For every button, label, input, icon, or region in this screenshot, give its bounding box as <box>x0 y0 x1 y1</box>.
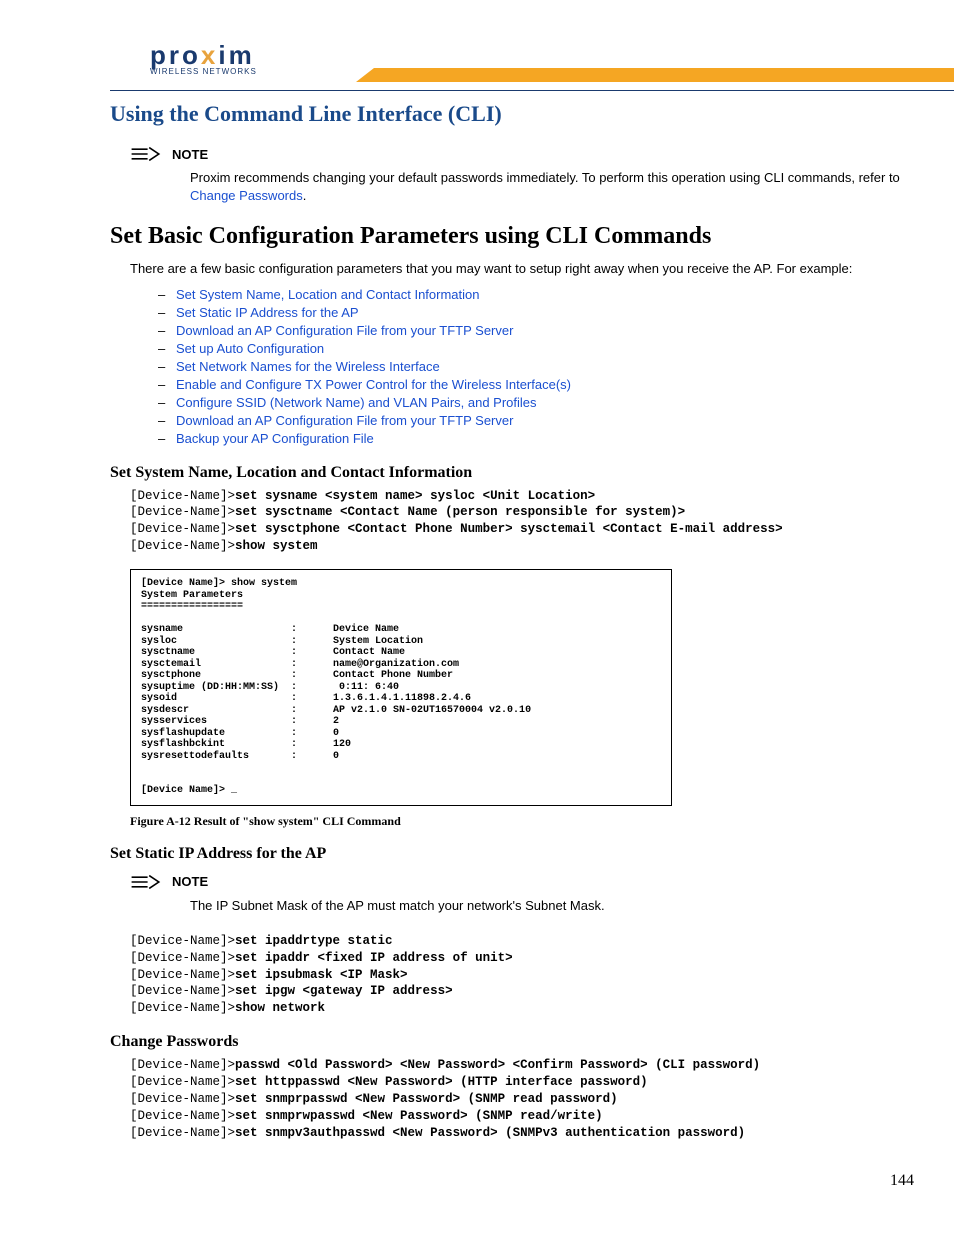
logo: proxim WIRELESS NETWORKS <box>150 40 257 76</box>
list-item: Download an AP Configuration File from y… <box>158 413 914 428</box>
heading-change-passwords: Change Passwords <box>110 1033 914 1051</box>
page-header: proxim WIRELESS NETWORKS <box>110 30 914 85</box>
topic-link-list: Set System Name, Location and Contact In… <box>158 287 914 446</box>
header-accent-stripe <box>374 68 954 82</box>
note-arrow-icon <box>130 873 162 891</box>
cli-block-sysname: [Device-Name]>set sysname <system name> … <box>130 488 914 556</box>
list-item: Set up Auto Configuration <box>158 341 914 356</box>
chapter-title: Using the Command Line Interface (CLI) <box>110 101 914 127</box>
topic-link[interactable]: Set Static IP Address for the AP <box>176 305 359 320</box>
note-text: Proxim recommends changing your default … <box>190 169 914 205</box>
logo-text-x: x <box>201 40 218 70</box>
figure-caption: Figure A-12 Result of "show system" CLI … <box>130 814 914 829</box>
page-number: 144 <box>110 1172 914 1190</box>
topic-link[interactable]: Backup your AP Configuration File <box>176 431 374 446</box>
note-block-1: NOTE Proxim recommends changing your def… <box>130 145 914 205</box>
note-text-post: . <box>303 188 307 203</box>
list-item: Set System Name, Location and Contact In… <box>158 287 914 302</box>
topic-link[interactable]: Enable and Configure TX Power Control fo… <box>176 377 571 392</box>
list-item: Download an AP Configuration File from y… <box>158 323 914 338</box>
topic-link[interactable]: Set System Name, Location and Contact In… <box>176 287 480 302</box>
list-item: Set Network Names for the Wireless Inter… <box>158 359 914 374</box>
cli-block-static: [Device-Name]>set ipaddrtype static [Dev… <box>130 933 914 1017</box>
list-item: Enable and Configure TX Power Control fo… <box>158 377 914 392</box>
logo-text-post: im <box>218 40 254 70</box>
note-label: NOTE <box>172 874 208 889</box>
heading-static-ip: Set Static IP Address for the AP <box>110 845 914 863</box>
list-item: Backup your AP Configuration File <box>158 431 914 446</box>
list-item: Set Static IP Address for the AP <box>158 305 914 320</box>
note-block-2: NOTE The IP Subnet Mask of the AP must m… <box>130 873 914 915</box>
heading-set-basic: Set Basic Configuration Parameters using… <box>110 223 914 250</box>
logo-text-pre: pro <box>150 40 201 70</box>
cli-block-passwords: [Device-Name]>passwd <Old Password> <New… <box>130 1057 914 1141</box>
topic-link[interactable]: Set up Auto Configuration <box>176 341 324 356</box>
topic-link[interactable]: Set Network Names for the Wireless Inter… <box>176 359 440 374</box>
heading-sysname: Set System Name, Location and Contact In… <box>110 464 914 482</box>
figure-show-system: [Device Name]> show system System Parame… <box>130 569 672 806</box>
logo-subtitle: WIRELESS NETWORKS <box>150 67 257 76</box>
topic-link[interactable]: Download an AP Configuration File from y… <box>176 323 513 338</box>
note-label: NOTE <box>172 147 208 162</box>
intro-paragraph: There are a few basic configuration para… <box>130 260 914 278</box>
change-passwords-link[interactable]: Change Passwords <box>190 188 303 203</box>
topic-link[interactable]: Download an AP Configuration File from y… <box>176 413 513 428</box>
note-text-pre: Proxim recommends changing your default … <box>190 170 900 185</box>
topic-link[interactable]: Configure SSID (Network Name) and VLAN P… <box>176 395 537 410</box>
header-rule <box>110 90 954 91</box>
note-arrow-icon <box>130 145 162 163</box>
list-item: Configure SSID (Network Name) and VLAN P… <box>158 395 914 410</box>
note-text: The IP Subnet Mask of the AP must match … <box>190 897 914 915</box>
